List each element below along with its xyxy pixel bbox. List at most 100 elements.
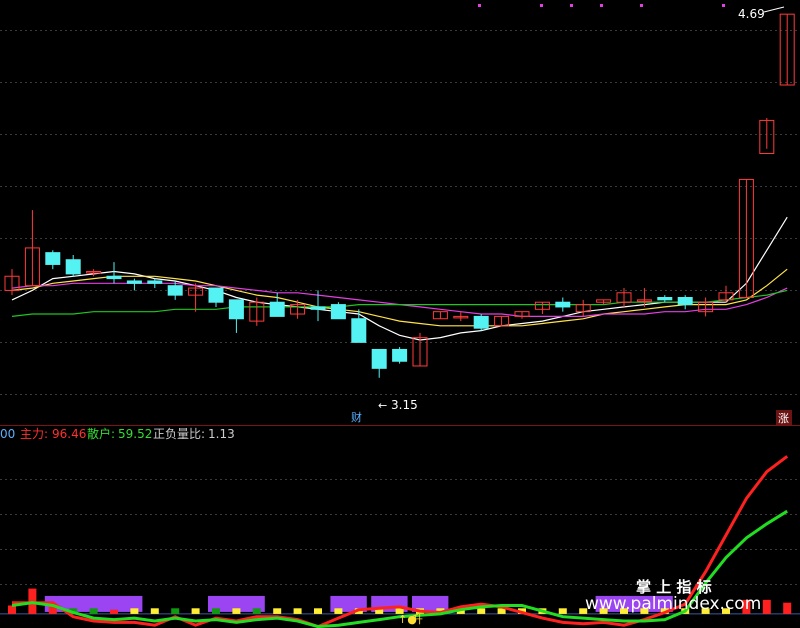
candle — [24, 210, 40, 287]
legend-zhuli-label: 主力: — [20, 427, 48, 441]
candle-body — [392, 348, 408, 362]
candle-body — [677, 297, 693, 306]
signal-bar — [232, 608, 241, 614]
candle — [249, 297, 265, 326]
top-magenta-dots — [478, 4, 725, 7]
candle-body — [269, 301, 285, 317]
legend-zhuli-value: 96.46 — [52, 427, 86, 441]
candle-body — [106, 275, 122, 280]
zhang-badge[interactable]: 涨 — [778, 412, 789, 425]
rise-signal: ↑● 升 — [398, 613, 423, 626]
legend-ratio-value: 1.13 — [208, 427, 235, 441]
candle — [228, 299, 244, 333]
legend-lead: 00 — [0, 427, 15, 441]
candle — [106, 262, 122, 284]
signal-bar — [171, 608, 180, 614]
signal-bar — [762, 599, 771, 614]
top-marker-dot — [570, 4, 573, 7]
candle — [575, 299, 591, 317]
candle-body — [147, 280, 163, 284]
rise-label: 升 — [412, 613, 423, 626]
candle — [473, 314, 489, 331]
signal-bar — [558, 608, 567, 614]
candle — [392, 347, 408, 364]
candle — [698, 297, 714, 317]
top-marker-dot — [600, 4, 603, 7]
signal-bar — [8, 605, 16, 614]
candle-body — [473, 315, 489, 329]
legend-ratio-label: 正负量比: — [153, 427, 205, 441]
candle — [412, 332, 428, 367]
candle-body — [65, 259, 81, 275]
watermark: 掌 上 指 标 www.palmindex.com — [585, 578, 761, 614]
moving-average-line — [11, 289, 788, 317]
legend-sanhu-label: 散户: — [87, 426, 115, 441]
top-marker-dot — [722, 4, 725, 7]
signal-bar — [191, 608, 200, 614]
indicator-pane[interactable]: 00 主力: 96.46 散户: 59.52 正负量比: 1.13 ↑● 升 掌… — [0, 426, 800, 628]
candlesticks — [4, 13, 795, 378]
candle-body — [371, 348, 387, 369]
candle — [330, 302, 346, 320]
candle — [677, 295, 693, 310]
candle — [555, 297, 571, 312]
legend-sanhu-value: 59.52 — [118, 427, 152, 441]
kline-gridlines — [0, 30, 800, 395]
signal-bar — [477, 608, 486, 614]
top-marker-dot — [540, 4, 543, 7]
candle — [759, 118, 775, 154]
candle-body — [555, 301, 571, 308]
candle — [514, 311, 530, 319]
candle — [453, 311, 469, 322]
candle — [534, 301, 550, 315]
candle — [718, 285, 734, 303]
candle — [147, 278, 163, 289]
candle-body — [208, 287, 224, 303]
candle — [432, 311, 448, 320]
candle — [657, 295, 673, 303]
high-price-label: 4.69 — [738, 6, 785, 21]
candle-body — [228, 299, 244, 320]
candle-body — [330, 304, 346, 320]
stock-chart: 4.69 ← 3.15 财 涨 00 主力: 96.46 散户: 59.52 正… — [0, 4, 800, 628]
signal-bar — [89, 608, 98, 614]
candle — [616, 288, 632, 307]
candle — [208, 287, 224, 307]
candle — [4, 269, 20, 296]
signal-bar — [293, 608, 302, 614]
candle-body — [126, 280, 142, 284]
candle — [371, 348, 387, 378]
signal-bar — [334, 608, 343, 614]
candle — [290, 299, 306, 319]
signal-bar — [273, 608, 282, 614]
kline-pane[interactable]: 4.69 ← 3.15 财 涨 — [0, 4, 800, 425]
candle-body — [45, 252, 61, 265]
watermark-url: www.palmindex.com — [585, 594, 761, 614]
signal-bar — [314, 608, 322, 614]
candle — [494, 315, 510, 327]
candle — [779, 13, 795, 86]
top-marker-dot — [640, 4, 643, 7]
candle-body — [657, 297, 673, 301]
low-price-label: ← 3.15 — [378, 398, 418, 412]
low-arrow-icon: ← — [378, 399, 387, 412]
top-marker-dot — [478, 4, 481, 7]
finance-marker[interactable]: 财 — [351, 410, 362, 424]
high-arrow-icon — [763, 6, 785, 13]
candle-body — [310, 306, 326, 310]
candle — [188, 283, 204, 312]
candle-body — [351, 318, 367, 343]
candle — [351, 309, 367, 343]
candle — [126, 278, 142, 291]
candle — [45, 250, 61, 270]
signal-bar — [212, 608, 220, 614]
indicator-legend: 00 主力: 96.46 散户: 59.52 正负量比: 1.13 — [0, 426, 235, 441]
high-price-text: 4.69 — [738, 7, 765, 21]
signal-bar — [150, 608, 159, 614]
candle — [86, 269, 102, 277]
candle — [65, 255, 81, 277]
moving-average-lines — [11, 216, 788, 341]
signal-bar — [252, 608, 261, 614]
signal-bar — [130, 608, 139, 614]
signal-bar — [783, 602, 792, 614]
